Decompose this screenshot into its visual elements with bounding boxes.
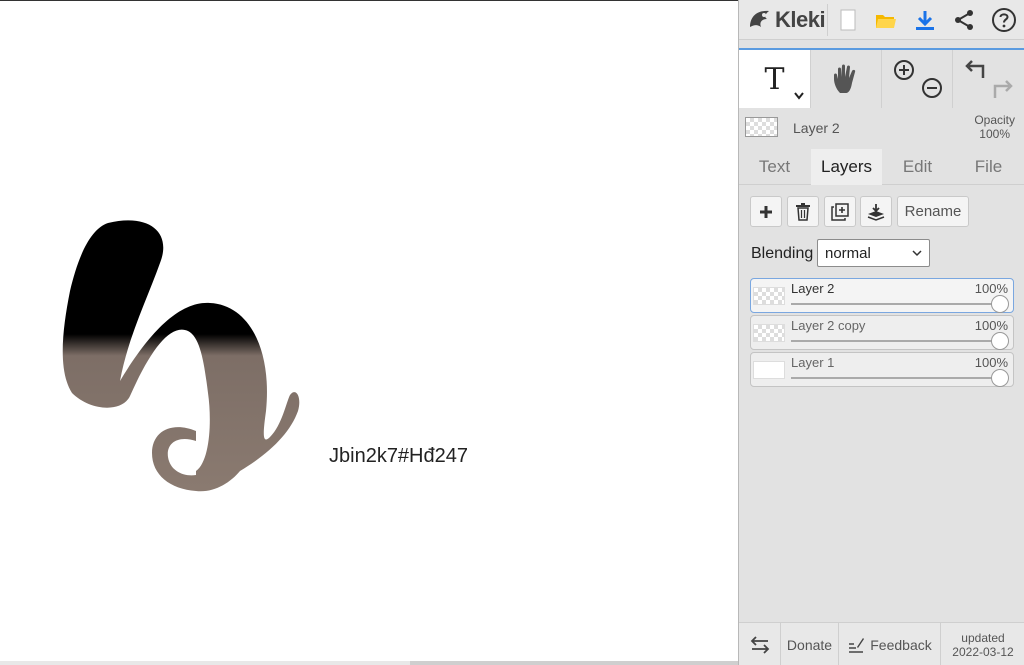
help-button[interactable] xyxy=(989,4,1019,36)
current-layer-thumbnail xyxy=(745,117,778,137)
layer-thumbnail xyxy=(753,361,785,379)
chevron-down-icon[interactable] xyxy=(794,92,804,100)
feedback-link[interactable]: Feedback xyxy=(839,623,941,665)
text-tool-icon: T xyxy=(764,61,785,97)
layer-row[interactable]: Layer 1 100% xyxy=(750,352,1014,387)
layer-opacity-slider-handle[interactable] xyxy=(991,332,1009,350)
drawing-canvas[interactable]: Jbin2k7#Hđ247 xyxy=(0,0,738,665)
layer-row[interactable]: Layer 2 copy 100% xyxy=(750,315,1014,350)
layer-opacity-readout: Opacity 100% xyxy=(974,113,1015,141)
tool-panel: Kleki T Layer 2 Opacity 100% Text Layers… xyxy=(738,0,1024,665)
hand-icon xyxy=(834,64,856,93)
opacity-value: 100% xyxy=(979,127,1010,141)
download-icon xyxy=(916,11,934,30)
text-tool-button[interactable]: T xyxy=(739,50,811,108)
updated-label: updated xyxy=(961,630,1005,645)
redo-icon[interactable] xyxy=(991,78,1015,100)
new-document-button[interactable] xyxy=(833,4,863,36)
layer-thumbnail xyxy=(753,287,785,305)
open-folder-icon xyxy=(876,15,896,28)
delete-layer-button[interactable] xyxy=(787,196,819,227)
layers-panel: Rename Blending normal Layer 2 100% Laye… xyxy=(739,186,1024,622)
tool-row: T xyxy=(739,48,1024,108)
panel-footer: Donate Feedback updated 2022-03-12 xyxy=(739,622,1024,665)
undo-icon[interactable] xyxy=(963,58,987,80)
kleki-logo-icon xyxy=(750,10,769,27)
blending-mode-select[interactable]: normal xyxy=(817,239,930,267)
header-divider xyxy=(827,4,828,36)
zoom-out-icon[interactable] xyxy=(921,77,943,99)
scrollbar-thumb[interactable] xyxy=(410,661,738,665)
zoom-in-icon[interactable] xyxy=(893,59,915,81)
panel-tabs: Text Layers Edit File xyxy=(739,149,1024,185)
trash-icon xyxy=(796,202,810,221)
tab-layers[interactable]: Layers xyxy=(811,149,882,185)
swap-arrows-icon xyxy=(750,635,769,654)
tab-edit[interactable]: Edit xyxy=(882,149,953,185)
zoom-tool xyxy=(882,50,953,108)
feedback-label: Feedback xyxy=(870,636,932,653)
chevron-down-icon xyxy=(912,250,922,257)
layer-opacity: 100% xyxy=(974,281,1008,296)
layer-name: Layer 1 xyxy=(791,355,835,370)
updated-date: 2022-03-12 xyxy=(952,644,1014,659)
add-layer-button[interactable] xyxy=(750,196,782,227)
brand-name: Kleki xyxy=(775,7,826,32)
duplicate-layer-button[interactable] xyxy=(824,196,856,227)
save-button[interactable] xyxy=(910,4,940,36)
tab-text[interactable]: Text xyxy=(739,149,810,185)
layer-opacity: 100% xyxy=(974,355,1008,370)
opacity-label: Opacity xyxy=(974,113,1015,127)
layer-opacity: 100% xyxy=(974,318,1008,333)
layer-name: Layer 2 copy xyxy=(791,318,866,333)
duplicate-icon xyxy=(831,202,849,221)
updated-info[interactable]: updated 2022-03-12 xyxy=(941,623,1024,665)
swap-side-button[interactable] xyxy=(739,623,781,665)
plus-icon xyxy=(760,205,772,218)
tab-file[interactable]: File xyxy=(953,149,1024,185)
donate-link[interactable]: Donate xyxy=(781,623,839,665)
open-button[interactable] xyxy=(871,4,901,36)
current-layer-info: Layer 2 Opacity 100% xyxy=(739,108,1024,146)
layer-opacity-slider[interactable] xyxy=(791,303,1001,305)
canvas-scrollbar[interactable] xyxy=(0,661,738,665)
layer-opacity-slider[interactable] xyxy=(791,377,1001,379)
layer-opacity-slider-handle[interactable] xyxy=(991,295,1009,313)
canvas-text-object[interactable]: Jbin2k7#Hđ247 xyxy=(329,445,468,468)
layer-row[interactable]: Layer 2 100% xyxy=(750,278,1014,313)
share-icon xyxy=(955,10,973,30)
blending-mode-value: normal xyxy=(825,244,871,262)
new-document-icon xyxy=(840,9,856,31)
help-icon xyxy=(992,8,1016,32)
layer-thumbnail xyxy=(753,324,785,342)
share-button[interactable] xyxy=(949,4,979,36)
merge-down-icon xyxy=(867,203,885,221)
hand-tool-button[interactable] xyxy=(811,50,882,108)
layer-name: Layer 2 xyxy=(791,281,835,296)
undo-redo-group xyxy=(953,50,1024,108)
brand-logo[interactable]: Kleki xyxy=(747,4,826,36)
layer-opacity-slider[interactable] xyxy=(791,340,1001,342)
feedback-pen-icon xyxy=(849,637,865,653)
rename-layer-button[interactable]: Rename xyxy=(897,196,969,227)
layer-opacity-slider-handle[interactable] xyxy=(991,369,1009,387)
panel-header: Kleki xyxy=(739,0,1024,40)
blending-label: Blending xyxy=(751,245,814,262)
merge-layer-button[interactable] xyxy=(860,196,892,227)
canvas-drawing xyxy=(62,220,300,492)
current-layer-name: Layer 2 xyxy=(793,120,840,136)
